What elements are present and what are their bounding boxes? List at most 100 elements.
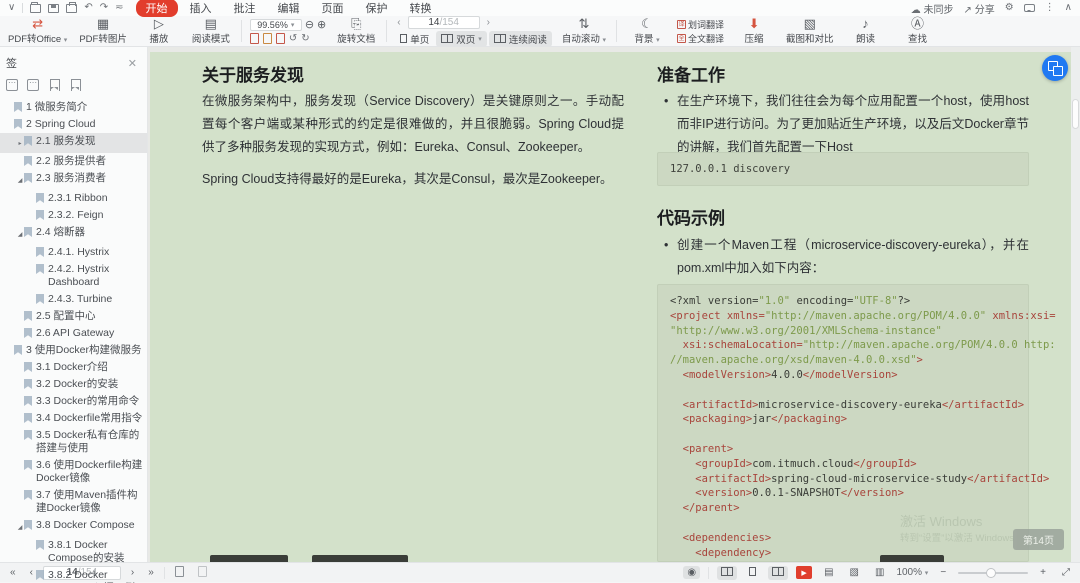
prev-page-icon[interactable]: ‹ — [395, 17, 402, 28]
close-icon[interactable]: ✕ — [128, 57, 137, 70]
share-button[interactable]: ↗ 分享 — [964, 1, 995, 16]
collapse-ribbon-icon[interactable]: ∧ — [1065, 3, 1072, 13]
expand-all-icon[interactable] — [6, 79, 18, 91]
read-mode-button[interactable]: ▤ 阅读模式 — [189, 17, 233, 45]
rotate-document-button[interactable]: ⎘ 旋转文档 — [334, 17, 378, 45]
menu-tab-开始[interactable]: 开始 — [136, 0, 178, 17]
double-page-layout-icon[interactable] — [768, 566, 788, 580]
bookmark-item[interactable]: 2.3.1 Ribbon — [0, 190, 147, 207]
undo-icon[interactable]: ↶ — [84, 3, 92, 13]
page-number-field[interactable]: 14/154 — [408, 16, 480, 29]
menu-tab-保护[interactable]: 保护 — [356, 0, 398, 17]
play-button[interactable]: ▷ 播放 — [137, 17, 181, 45]
assistant-float-button[interactable] — [1042, 55, 1068, 81]
settings-gear-icon[interactable]: ⚙ — [1005, 3, 1014, 13]
more-options-icon[interactable]: ⋮ — [1045, 3, 1055, 13]
info-page-icon[interactable]: ▤ — [820, 566, 837, 579]
tree-toggle-icon[interactable]: ◢ — [16, 175, 24, 188]
bookmark-item[interactable]: ◢3.8 Docker Compose — [0, 517, 147, 537]
menu-tab-编辑[interactable]: 编辑 — [268, 0, 310, 17]
bookmark-item[interactable]: 2.6 API Gateway — [0, 325, 147, 342]
vertical-scrollbar[interactable] — [1071, 47, 1080, 562]
bookmark-item[interactable]: 3.1 Docker介绍 — [0, 359, 147, 376]
single-page-button[interactable]: 单页 — [395, 31, 434, 47]
continuous-read-button[interactable]: 连续阅读 — [489, 31, 552, 47]
compress-button[interactable]: ⬇ 压缩 — [732, 17, 776, 45]
auto-scroll-button[interactable]: ⇅ 自动滚动 ▾ — [560, 17, 608, 45]
find-button[interactable]: Ⓐ 查找 — [896, 17, 940, 45]
zoom-slider-handle[interactable] — [986, 568, 996, 578]
tree-toggle-icon[interactable]: ◢ — [16, 522, 24, 535]
single-page-layout-icon[interactable] — [745, 566, 760, 580]
rotate-left-icon[interactable]: ↺ — [289, 33, 297, 44]
bookmark-item[interactable]: ◢2.4 熔断器 — [0, 224, 147, 244]
bookmark-item[interactable]: 2 Spring Cloud — [0, 116, 147, 133]
zoom-in-icon[interactable]: ⊕ — [317, 18, 326, 31]
feedback-bubble-icon[interactable] — [1024, 4, 1035, 12]
add-bookmark-icon[interactable] — [48, 79, 60, 91]
bookmark-item[interactable]: 3.4 Dockerfile常用指令 — [0, 410, 147, 427]
next-page-icon[interactable]: › — [485, 17, 492, 28]
menu-tab-页面[interactable]: 页面 — [312, 0, 354, 17]
screenshot-compare-button[interactable]: ▧ 截图和对比 — [784, 17, 836, 45]
tree-toggle-icon[interactable]: ◢ — [16, 229, 24, 242]
page-tool-icon[interactable] — [276, 33, 285, 44]
tree-toggle-icon[interactable]: ▸ — [16, 138, 24, 151]
page-note-icon[interactable] — [194, 565, 211, 581]
open-file-icon[interactable] — [30, 4, 41, 13]
pdf-to-office-button[interactable]: ⇄ PDF转Office ▾ — [6, 17, 69, 45]
redo-icon[interactable]: ↷ — [100, 3, 108, 13]
bookmark-item[interactable]: 3.8.2 Docker Compose入门示例 — [0, 567, 147, 583]
bookmark-item[interactable]: 2.3.2. Feign — [0, 207, 147, 224]
double-page-button[interactable]: 双页▾ — [436, 31, 487, 47]
bookmark-item[interactable]: 3.6 使用Dockerfile构建Docker镜像 — [0, 457, 147, 487]
bookmark-item[interactable]: 3 使用Docker构建微服务 — [0, 342, 147, 359]
background-button[interactable]: ☾ 背景 ▾ — [625, 17, 669, 45]
pdf-page[interactable]: 关于服务发现 在微服务架构中，服务发现（Service Discovery）是关… — [150, 52, 1080, 562]
snapshot-icon[interactable]: ▧ — [846, 566, 863, 579]
page-tool-icon[interactable] — [263, 33, 272, 44]
zoom-out-icon[interactable]: ⊖ — [305, 18, 314, 31]
read-aloud-button[interactable]: ♪ 朗读 — [844, 17, 888, 45]
print-icon[interactable] — [66, 4, 77, 13]
bookmark-item[interactable]: 2.4.3. Turbine — [0, 291, 147, 308]
menu-tab-批注[interactable]: 批注 — [224, 0, 266, 17]
zoom-value-field[interactable]: 99.56%▾ — [250, 19, 302, 31]
pdf-to-image-button[interactable]: ▦ PDF转图片 — [77, 17, 129, 45]
rotate-right-icon[interactable]: ↻ — [301, 33, 309, 44]
bookmark-item[interactable]: 1 微服务简介 — [0, 99, 147, 116]
bookmark-item[interactable]: ◢2.3 服务消费者 — [0, 170, 147, 190]
save-icon[interactable] — [48, 4, 59, 13]
bookmark-item[interactable]: 3.2 Docker的安装 — [0, 376, 147, 393]
bookmark-item[interactable]: 2.5 配置中心 — [0, 308, 147, 325]
wps-play-icon[interactable]: ▶ — [796, 566, 812, 579]
bookmark-icon[interactable] — [69, 79, 81, 91]
customize-toolbar-icon[interactable]: ≂ — [115, 3, 123, 13]
bookmark-item[interactable]: ▸2.1 服务发现 — [0, 133, 147, 153]
scrollbar-thumb[interactable] — [1072, 99, 1079, 129]
fullscreen-icon[interactable]: ⤢ — [1058, 566, 1074, 579]
continuous-layout-icon[interactable] — [717, 566, 737, 580]
chevron-down-icon[interactable]: ∨ — [8, 3, 15, 13]
bookmark-item[interactable]: 3.7 使用Maven插件构建Docker镜像 — [0, 487, 147, 517]
status-zoom-value[interactable]: 100% ▾ — [896, 567, 928, 578]
collapse-all-icon[interactable] — [27, 79, 39, 91]
zoom-slider[interactable] — [958, 572, 1028, 574]
full-translate-button[interactable]: 全全文翻译 — [677, 32, 724, 45]
page-note-icon[interactable] — [171, 565, 188, 581]
page-tool-icon[interactable] — [250, 33, 259, 44]
eye-protection-icon[interactable]: ◉ — [683, 566, 700, 579]
sync-status[interactable]: ☁ 未同步 — [911, 1, 954, 16]
word-translate-button[interactable]: 译划词翻译 — [677, 18, 724, 31]
menu-tab-插入[interactable]: 插入 — [180, 0, 222, 17]
extract-page-icon[interactable]: ▥ — [871, 566, 888, 579]
menu-tab-转换[interactable]: 转换 — [400, 0, 442, 17]
bookmark-item[interactable]: 2.4.1. Hystrix — [0, 244, 147, 261]
bookmark-item[interactable]: 3.8.1 Docker Compose的安装 — [0, 537, 147, 567]
zoom-out-icon[interactable]: − — [936, 566, 950, 579]
bookmark-item[interactable]: 2.4.2. Hystrix Dashboard — [0, 261, 147, 291]
bookmark-item[interactable]: 2.2 服务提供者 — [0, 153, 147, 170]
bookmark-item[interactable]: 3.3 Docker的常用命令 — [0, 393, 147, 410]
zoom-in-icon[interactable]: + — [1036, 566, 1050, 579]
bookmark-item[interactable]: 3.5 Docker私有仓库的搭建与使用 — [0, 427, 147, 457]
